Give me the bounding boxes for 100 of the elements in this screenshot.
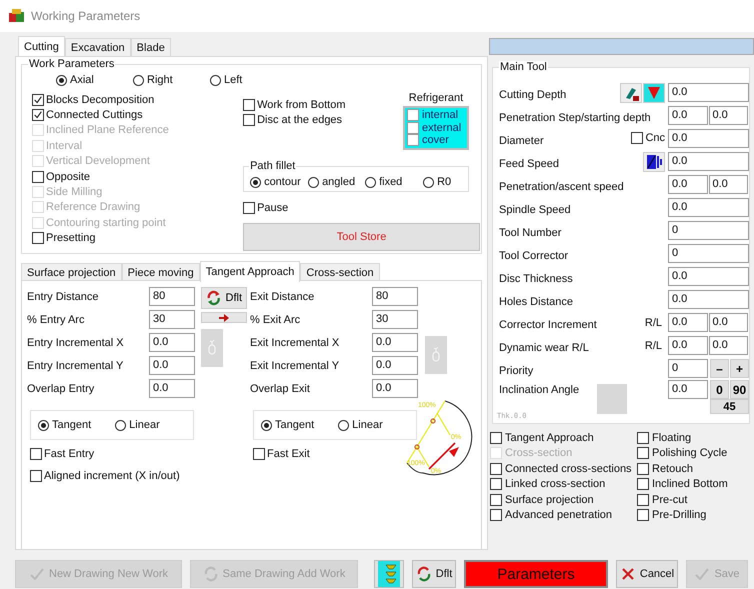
tab[interactable]: Tangent Approach xyxy=(200,261,300,282)
input-field[interactable]: 80 xyxy=(372,287,418,306)
input-field[interactable]: 0.0 xyxy=(668,290,749,309)
field-label: Dynamic wear R/L xyxy=(499,340,590,354)
refresh-icon xyxy=(202,566,219,582)
input-field[interactable]: 0.0 xyxy=(668,336,708,355)
action-button[interactable]: Dflt xyxy=(412,560,456,588)
action-button[interactable]: Cancel xyxy=(616,560,678,588)
checkbox-option[interactable]: Advanced penetration xyxy=(490,508,637,523)
radio-option[interactable]: Tangent xyxy=(38,418,92,432)
default-button[interactable]: Dflt xyxy=(201,287,247,309)
checkbox-option[interactable]: Surface projection xyxy=(490,492,637,508)
radio-option[interactable]: Tangent xyxy=(261,418,314,432)
tab[interactable]: Piece moving xyxy=(122,263,200,281)
input-field[interactable]: 0.0 xyxy=(372,379,418,398)
checkbox-option[interactable]: Pre-Drilling xyxy=(637,508,728,523)
stepper-button[interactable]: – xyxy=(710,359,729,378)
checkbox-option[interactable]: Connected Cuttings xyxy=(32,107,244,123)
checkbox-option[interactable]: Aligned increment (X in/out) xyxy=(30,468,250,484)
checkbox-option[interactable]: Opposite xyxy=(32,168,244,184)
angle-preset-button[interactable]: 45 xyxy=(710,399,749,414)
input-field[interactable]: 0.0 xyxy=(708,336,748,355)
checkbox-option[interactable]: Connected cross-sections xyxy=(490,461,637,476)
checkbox-option[interactable]: Linked cross-section xyxy=(490,476,637,492)
input-field[interactable]: 0.0 xyxy=(668,83,749,102)
stepper-button[interactable]: + xyxy=(730,359,749,378)
angle-preset-button[interactable]: 90 xyxy=(730,380,749,399)
input-field[interactable]: 0.0 xyxy=(372,356,418,375)
checkbox-option[interactable]: Cnc xyxy=(631,130,665,146)
input-field[interactable]: 0 xyxy=(668,221,749,240)
angle-preview xyxy=(597,384,627,414)
input-field[interactable]: 0.0 xyxy=(708,313,748,332)
input-field[interactable]: 0.0 xyxy=(372,333,418,352)
checkbox-option[interactable]: external xyxy=(407,122,465,134)
radio-option[interactable]: R0 xyxy=(423,175,452,189)
checkbox-option[interactable]: Work from Bottom xyxy=(243,97,346,112)
layers-button[interactable] xyxy=(374,560,404,588)
checkbox-option[interactable]: Inclined Bottom xyxy=(637,476,728,492)
input-field[interactable]: 0.0 xyxy=(668,380,708,399)
checkbox-option[interactable]: cover xyxy=(407,134,465,146)
radio-option[interactable]: fixed xyxy=(365,175,424,189)
tab[interactable]: Surface projection xyxy=(21,263,122,281)
radio-option[interactable]: contour xyxy=(250,175,308,189)
input-field[interactable]: 30 xyxy=(372,310,418,329)
group-title: Work Parameters xyxy=(28,58,116,70)
input-field[interactable]: 0 xyxy=(668,359,708,378)
tab[interactable]: Cutting xyxy=(18,36,65,56)
mouse-icon xyxy=(431,347,441,363)
copy-arrow-button[interactable] xyxy=(201,312,247,323)
unit-label: R/L xyxy=(644,340,663,352)
checkbox-option[interactable]: Retouch xyxy=(637,461,728,476)
input-field[interactable]: 0.0 xyxy=(708,175,748,194)
input-field[interactable]: 0.0 xyxy=(668,313,708,332)
checkbox-option[interactable]: Tangent Approach xyxy=(490,430,637,446)
checkbox-option[interactable]: Pre-cut xyxy=(637,492,728,508)
tab[interactable]: Cross-section xyxy=(300,263,380,281)
input-field[interactable]: 80 xyxy=(149,287,195,306)
input-field[interactable]: 0.0 xyxy=(708,106,748,125)
radio-option[interactable]: Axial xyxy=(56,73,133,87)
checkbox-option[interactable]: internal xyxy=(407,109,465,122)
checkbox-option[interactable]: Fast Exit xyxy=(253,446,473,462)
radio-option[interactable]: Linear xyxy=(338,418,383,432)
input-field[interactable]: 0.0 xyxy=(149,333,195,352)
tab[interactable]: Excavation xyxy=(64,38,131,56)
radio-option[interactable]: Right xyxy=(133,73,210,87)
input-field[interactable]: 0.0 xyxy=(668,267,749,286)
tab[interactable]: Blade xyxy=(130,38,171,56)
checkbox-option[interactable]: Disc at the edges xyxy=(243,112,346,128)
checkbox-option[interactable]: Blocks Decomposition xyxy=(32,92,244,108)
radio-option[interactable]: Linear xyxy=(115,418,160,432)
brush-icon[interactable] xyxy=(620,82,642,102)
checkbox-option[interactable]: Floating xyxy=(637,430,728,446)
radio-option[interactable]: Left xyxy=(210,73,287,87)
input-field[interactable]: 0.0 xyxy=(668,198,749,217)
input-field[interactable]: 0.0 xyxy=(149,379,195,398)
field-label: Priority xyxy=(499,364,534,376)
radio-option[interactable]: angled xyxy=(308,175,366,189)
field-label: % Exit Arc xyxy=(250,314,300,326)
field-label: Disc Thickness xyxy=(499,272,574,284)
input-field[interactable]: 0.0 xyxy=(668,106,708,125)
checkbox-option[interactable]: Fast Entry xyxy=(30,446,250,462)
mouse-icon xyxy=(207,340,217,356)
field-label: Penetration Step/starting depth xyxy=(499,110,652,124)
check-icon xyxy=(694,566,710,582)
refresh-icon xyxy=(416,566,432,582)
input-field[interactable]: 30 xyxy=(149,310,195,329)
checkbox-option[interactable]: Polishing Cycle xyxy=(637,446,728,461)
checkbox-option[interactable]: Presetting xyxy=(32,230,244,246)
check-icon xyxy=(29,566,45,582)
checkbox-option[interactable]: Pause xyxy=(243,200,481,216)
input-field[interactable]: 0.0 xyxy=(668,152,749,171)
field-label: Holes Distance xyxy=(499,294,574,308)
input-field[interactable]: 0.0 xyxy=(149,356,195,375)
input-field[interactable]: 0 xyxy=(668,244,749,263)
tool-store-button[interactable]: Tool Store xyxy=(243,223,480,252)
angle-preset-button[interactable]: 0 xyxy=(710,380,729,399)
input-field[interactable]: 0.0 xyxy=(668,129,749,148)
field-label: Exit Incremental X xyxy=(250,336,340,348)
input-field[interactable]: 0.0 xyxy=(668,175,708,194)
action-button[interactable]: Parameters xyxy=(464,560,608,588)
